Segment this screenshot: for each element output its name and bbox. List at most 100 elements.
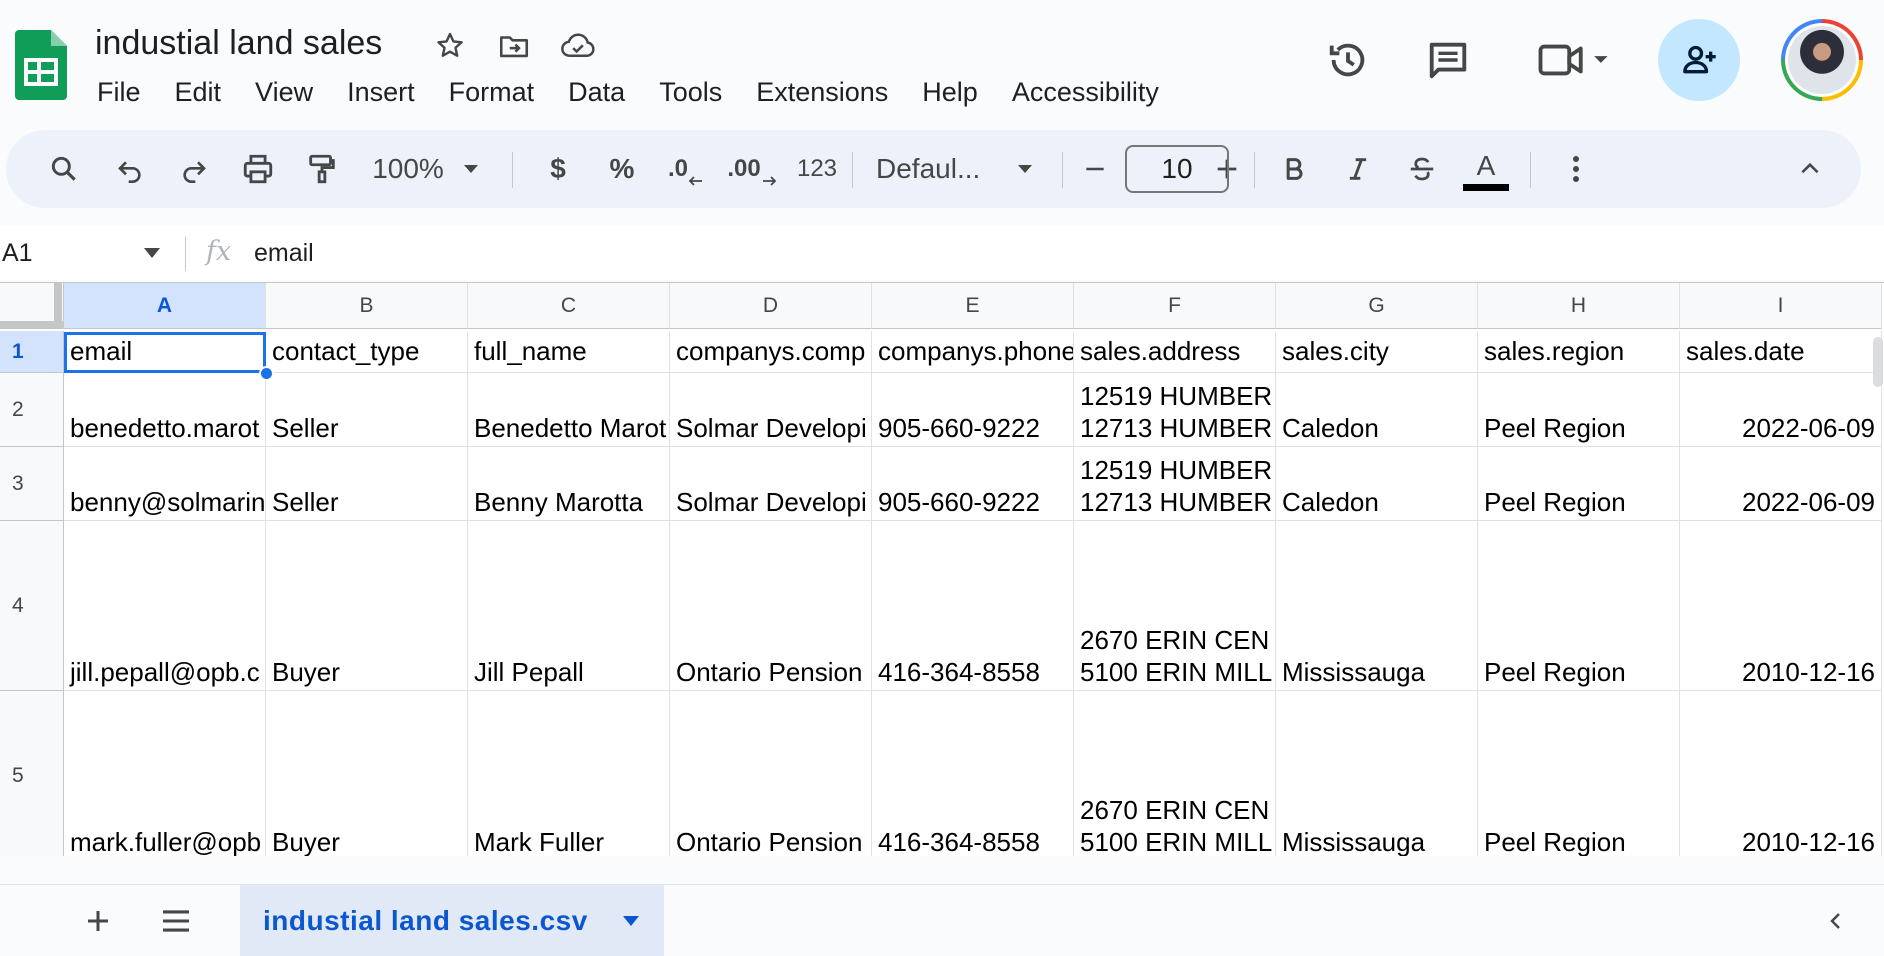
cell-i2[interactable]: 2022-06-09 bbox=[1680, 373, 1882, 447]
cell-i4[interactable]: 2010-12-16 bbox=[1680, 521, 1882, 691]
cell-g4[interactable]: Mississauga bbox=[1276, 521, 1478, 691]
increase-decimal-button[interactable]: .00 bbox=[722, 130, 782, 208]
font-caret-icon[interactable] bbox=[1010, 130, 1040, 208]
cell-c2[interactable]: Benedetto Marot bbox=[468, 373, 670, 447]
column-header-d[interactable]: D bbox=[670, 283, 872, 329]
column-header-c[interactable]: C bbox=[468, 283, 670, 329]
column-header-f[interactable]: F bbox=[1074, 283, 1276, 329]
font-family-select[interactable]: Defaul... bbox=[876, 130, 996, 208]
currency-format-button[interactable]: $ bbox=[530, 130, 586, 208]
search-menus-icon[interactable] bbox=[36, 130, 92, 208]
cell-a5[interactable]: mark.fuller@opb bbox=[64, 691, 266, 856]
cell-c3[interactable]: Benny Marotta bbox=[468, 447, 670, 521]
star-icon[interactable] bbox=[432, 28, 468, 64]
cell-d5[interactable]: Ontario Pension bbox=[670, 691, 872, 856]
cell-d1[interactable]: companys.comp bbox=[670, 331, 872, 373]
fill-handle[interactable] bbox=[259, 366, 274, 381]
cell-e3[interactable]: 905-660-9222 bbox=[872, 447, 1074, 521]
cell-e4[interactable]: 416-364-8558 bbox=[872, 521, 1074, 691]
cell-b3[interactable]: Seller bbox=[266, 447, 468, 521]
frozen-row-handle[interactable] bbox=[0, 321, 64, 329]
cell-c5[interactable]: Mark Fuller bbox=[468, 691, 670, 856]
version-history-icon[interactable] bbox=[1320, 32, 1376, 88]
menu-edit[interactable]: Edit bbox=[158, 72, 239, 112]
document-title[interactable]: industial land sales bbox=[95, 24, 382, 63]
cell-a1[interactable]: email bbox=[64, 331, 266, 373]
cell-d2[interactable]: Solmar Developi bbox=[670, 373, 872, 447]
menu-insert[interactable]: Insert bbox=[330, 72, 432, 112]
decrease-decimal-button[interactable]: .0 bbox=[658, 130, 714, 208]
menu-file[interactable]: File bbox=[80, 72, 158, 112]
undo-icon[interactable] bbox=[102, 130, 158, 208]
share-button[interactable] bbox=[1658, 19, 1740, 101]
menu-accessibility[interactable]: Accessibility bbox=[995, 72, 1176, 112]
cloud-saved-icon[interactable] bbox=[560, 28, 596, 64]
cell-a3[interactable]: benny@solmarin bbox=[64, 447, 266, 521]
cell-a4[interactable]: jill.pepall@opb.c bbox=[64, 521, 266, 691]
menu-data[interactable]: Data bbox=[551, 72, 642, 112]
cell-h3[interactable]: Peel Region bbox=[1478, 447, 1680, 521]
cell-f2[interactable]: 12519 HUMBER 12713 HUMBER bbox=[1074, 373, 1276, 447]
sheet-tab-active[interactable]: industial land sales.csv bbox=[240, 885, 664, 956]
explore-panel-icon[interactable] bbox=[1808, 885, 1864, 956]
text-color-button[interactable]: A bbox=[1458, 130, 1514, 208]
cell-d3[interactable]: Solmar Developi bbox=[670, 447, 872, 521]
cell-c4[interactable]: Jill Pepall bbox=[468, 521, 670, 691]
cell-h4[interactable]: Peel Region bbox=[1478, 521, 1680, 691]
column-header-h[interactable]: H bbox=[1478, 283, 1680, 329]
cell-i3[interactable]: 2022-06-09 bbox=[1680, 447, 1882, 521]
sheet-tab-caret-icon[interactable] bbox=[622, 915, 640, 927]
cell-h1[interactable]: sales.region bbox=[1478, 331, 1680, 373]
sheets-logo-icon[interactable] bbox=[15, 30, 67, 100]
collapse-menus-icon[interactable] bbox=[1782, 130, 1838, 208]
cell-i5[interactable]: 2010-12-16 bbox=[1680, 691, 1882, 856]
cell-e5[interactable]: 416-364-8558 bbox=[872, 691, 1074, 856]
cell-h2[interactable]: Peel Region bbox=[1478, 373, 1680, 447]
menu-help[interactable]: Help bbox=[905, 72, 995, 112]
column-header-a[interactable]: A bbox=[64, 283, 266, 329]
row-header-1[interactable]: 1 bbox=[0, 331, 64, 373]
menu-view[interactable]: View bbox=[238, 72, 330, 112]
percent-format-button[interactable]: % bbox=[594, 130, 650, 208]
row-header-3[interactable]: 3 bbox=[0, 447, 64, 521]
cell-g5[interactable]: Mississauga bbox=[1276, 691, 1478, 856]
cell-f4[interactable]: 2670 ERIN CEN 5100 ERIN MILL bbox=[1074, 521, 1276, 691]
italic-icon[interactable] bbox=[1330, 130, 1386, 208]
row-header-4[interactable]: 4 bbox=[0, 521, 64, 691]
column-header-g[interactable]: G bbox=[1276, 283, 1478, 329]
column-header-e[interactable]: E bbox=[872, 283, 1074, 329]
meet-icon[interactable] bbox=[1530, 32, 1620, 88]
menu-format[interactable]: Format bbox=[432, 72, 552, 112]
zoom-select[interactable]: 100% bbox=[362, 130, 454, 208]
print-icon[interactable] bbox=[230, 130, 286, 208]
select-all-corner[interactable] bbox=[0, 283, 64, 329]
menu-tools[interactable]: Tools bbox=[642, 72, 739, 112]
formula-input[interactable]: email bbox=[254, 226, 314, 280]
cell-e2[interactable]: 905-660-9222 bbox=[872, 373, 1074, 447]
redo-icon[interactable] bbox=[166, 130, 222, 208]
cell-i1[interactable]: sales.date bbox=[1680, 331, 1882, 373]
cell-b1[interactable]: contact_type bbox=[266, 331, 468, 373]
paint-format-icon[interactable] bbox=[294, 130, 350, 208]
strikethrough-icon[interactable] bbox=[1394, 130, 1450, 208]
vertical-scrollbar[interactable] bbox=[1873, 337, 1883, 387]
avatar[interactable] bbox=[1781, 19, 1863, 101]
zoom-caret-icon[interactable] bbox=[456, 130, 486, 208]
cell-g3[interactable]: Caledon bbox=[1276, 447, 1478, 521]
cell-f1[interactable]: sales.address bbox=[1074, 331, 1276, 373]
row-header-5[interactable]: 5 bbox=[0, 691, 64, 856]
cell-a2[interactable]: benedetto.marot bbox=[64, 373, 266, 447]
column-header-i[interactable]: I bbox=[1680, 283, 1882, 329]
more-formats-button[interactable]: 123 bbox=[786, 130, 848, 208]
comments-icon[interactable] bbox=[1420, 32, 1476, 88]
bold-icon[interactable] bbox=[1266, 130, 1322, 208]
column-header-b[interactable]: B bbox=[266, 283, 468, 329]
cell-b4[interactable]: Buyer bbox=[266, 521, 468, 691]
all-sheets-icon[interactable] bbox=[148, 885, 204, 956]
cell-f3[interactable]: 12519 HUMBER 12713 HUMBER bbox=[1074, 447, 1276, 521]
more-options-icon[interactable] bbox=[1548, 130, 1604, 208]
cell-b2[interactable]: Seller bbox=[266, 373, 468, 447]
font-size-input[interactable]: 10 bbox=[1125, 145, 1229, 193]
cell-g1[interactable]: sales.city bbox=[1276, 331, 1478, 373]
cell-c1[interactable]: full_name bbox=[468, 331, 670, 373]
